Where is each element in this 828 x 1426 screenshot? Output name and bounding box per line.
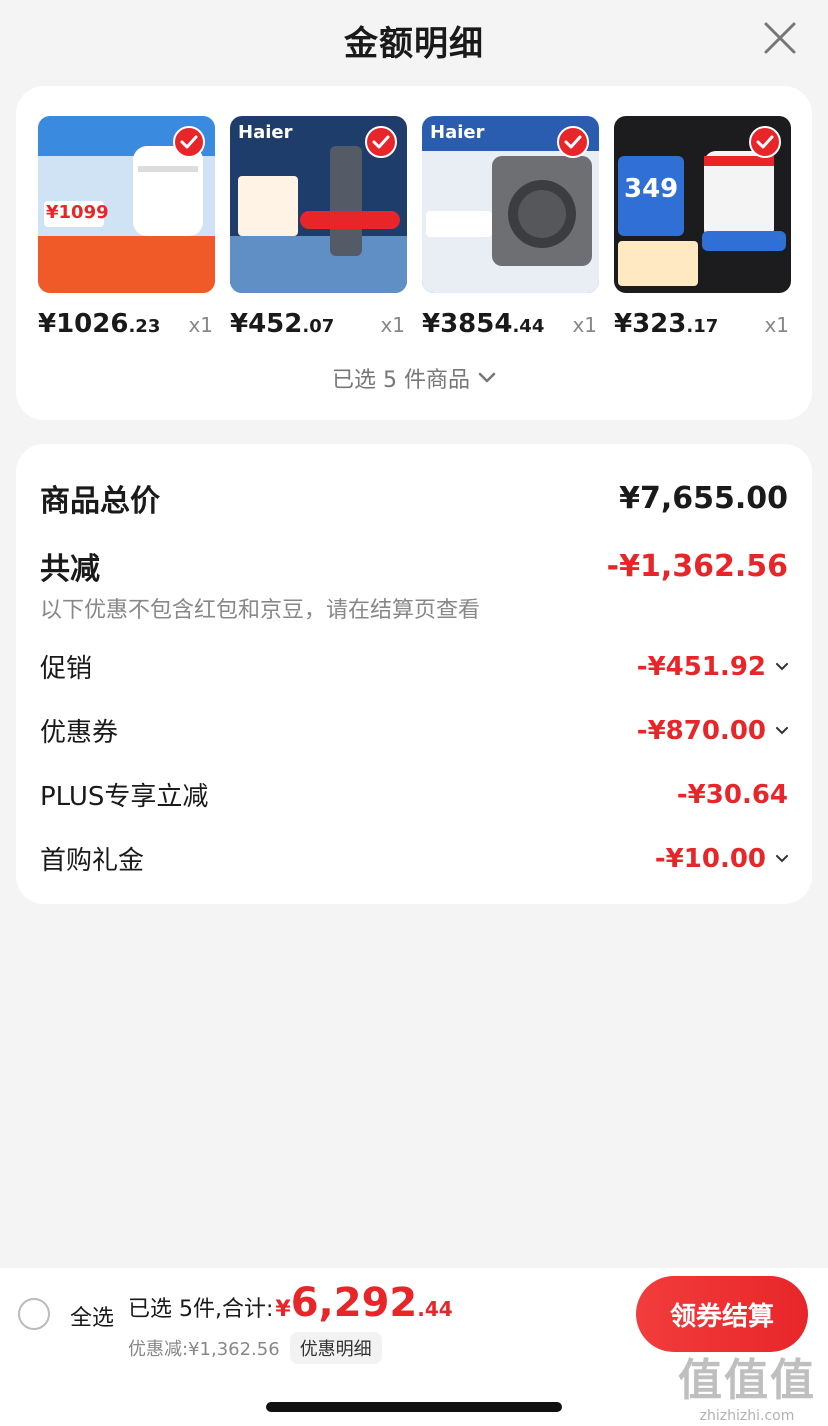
discount-label: 优惠券 (40, 718, 119, 748)
thumb-price-tag: ¥1099 (46, 202, 109, 223)
discount-label: 首购礼金 (40, 846, 145, 876)
product-quantity: x1 (380, 313, 405, 337)
discount-row-coupon[interactable]: 优惠券 -¥870.00 (40, 712, 788, 749)
thumb-brand-label: Haier (430, 122, 485, 143)
product-item[interactable]: 349 ¥323.17 x1 (614, 116, 791, 339)
total-reduction-label: 共减 (40, 552, 100, 587)
checked-icon[interactable] (365, 126, 397, 158)
product-thumbnail[interactable]: Haier (422, 116, 599, 293)
product-price-line: ¥3854.44 x1 (422, 309, 599, 339)
goods-total-row: 商品总价 ¥7,655.00 (40, 476, 788, 520)
reduction-note-row: 以下优惠不包含红包和京豆，请在结算页查看 (40, 592, 788, 624)
watermark-logo: 值值值 (678, 1355, 816, 1406)
discount-row-plus: PLUS专享立减 -¥30.64 (40, 776, 788, 813)
product-price-line: ¥452.07 x1 (230, 309, 407, 339)
product-thumbnail[interactable]: 349 (614, 116, 791, 293)
total-sum-decimal: .44 (417, 1297, 453, 1321)
thumb-brand-label: Haier (238, 122, 293, 143)
discount-value: -¥451.92 (637, 652, 788, 682)
discount-label: PLUS专享立减 (40, 782, 209, 812)
product-item[interactable]: Haier ¥3854.44 x1 (422, 116, 599, 339)
discount-value: -¥30.64 (676, 779, 788, 810)
chevron-down-icon (478, 372, 496, 383)
discount-summary-text: 优惠减:¥1,362.56 (128, 1339, 280, 1360)
site-watermark: 值值值 zhizhizhi.com (672, 1344, 822, 1424)
product-quantity: x1 (572, 313, 597, 337)
thumb-price-tag: 349 (624, 174, 679, 204)
discount-value: -¥870.00 (637, 716, 788, 746)
chevron-down-icon (776, 854, 788, 862)
goods-total-value: ¥7,655.00 (619, 480, 788, 516)
checked-icon[interactable] (557, 126, 589, 158)
total-reduction-row: 共减 -¥1,362.56 (40, 544, 788, 588)
product-price-line: ¥323.17 x1 (614, 309, 791, 339)
total-sum-integer: 6,292 (290, 1280, 418, 1326)
total-reduction-value: -¥1,362.56 (606, 548, 788, 584)
select-all-radio[interactable] (18, 1298, 50, 1330)
checked-icon[interactable] (173, 126, 205, 158)
chevron-down-icon (776, 726, 788, 734)
product-price: ¥1026.23 (38, 309, 161, 339)
discount-detail-button[interactable]: 优惠明细 (289, 1332, 382, 1364)
total-sum: 已选 5件,合计: ¥ 6,292 .44 (128, 1280, 453, 1326)
product-list: ¥1099 ¥1026.23 x1 Haier ¥452.07 x1 Haier… (38, 116, 791, 339)
select-all-label[interactable]: 全选 (70, 1300, 114, 1332)
discount-row-first-purchase[interactable]: 首购礼金 -¥10.00 (40, 840, 788, 877)
chevron-down-icon (776, 662, 788, 670)
discount-label: 促销 (40, 654, 93, 684)
product-item[interactable]: Haier ¥452.07 x1 (230, 116, 407, 339)
total-sum-currency: ¥ (275, 1297, 291, 1322)
goods-total-label: 商品总价 (40, 484, 160, 519)
sheet-header: 金额明细 (0, 0, 828, 80)
product-quantity: x1 (188, 313, 213, 337)
watermark-url: zhizhizhi.com (699, 1408, 795, 1424)
selected-count-toggle[interactable]: 已选 5 件商品 (16, 362, 812, 394)
product-quantity: x1 (764, 313, 789, 337)
product-item[interactable]: ¥1099 ¥1026.23 x1 (38, 116, 215, 339)
product-price-line: ¥1026.23 x1 (38, 309, 215, 339)
product-price: ¥3854.44 (422, 309, 545, 339)
product-price: ¥323.17 (614, 309, 719, 339)
product-thumbnail[interactable]: Haier (230, 116, 407, 293)
discount-summary: 优惠减:¥1,362.56 优惠明细 (128, 1332, 382, 1364)
page-title: 金额明细 (344, 23, 484, 64)
price-breakdown-card: 商品总价 ¥7,655.00 共减 -¥1,362.56 以下优惠不包含红包和京… (16, 444, 812, 904)
total-sum-label: 已选 5件,合计: (128, 1297, 274, 1322)
discount-row-promotion[interactable]: 促销 -¥451.92 (40, 648, 788, 685)
discount-value: -¥10.00 (655, 844, 788, 874)
selected-products-card: ¥1099 ¥1026.23 x1 Haier ¥452.07 x1 Haier… (16, 86, 812, 420)
reduction-note: 以下优惠不包含红包和京豆，请在结算页查看 (40, 598, 481, 623)
product-price: ¥452.07 (230, 309, 335, 339)
home-indicator (266, 1402, 562, 1412)
close-icon[interactable] (762, 20, 798, 56)
selected-count-text: 已选 5 件商品 (332, 368, 470, 393)
checked-icon[interactable] (749, 126, 781, 158)
product-thumbnail[interactable]: ¥1099 (38, 116, 215, 293)
checkout-button[interactable]: 领券结算 (636, 1276, 808, 1352)
